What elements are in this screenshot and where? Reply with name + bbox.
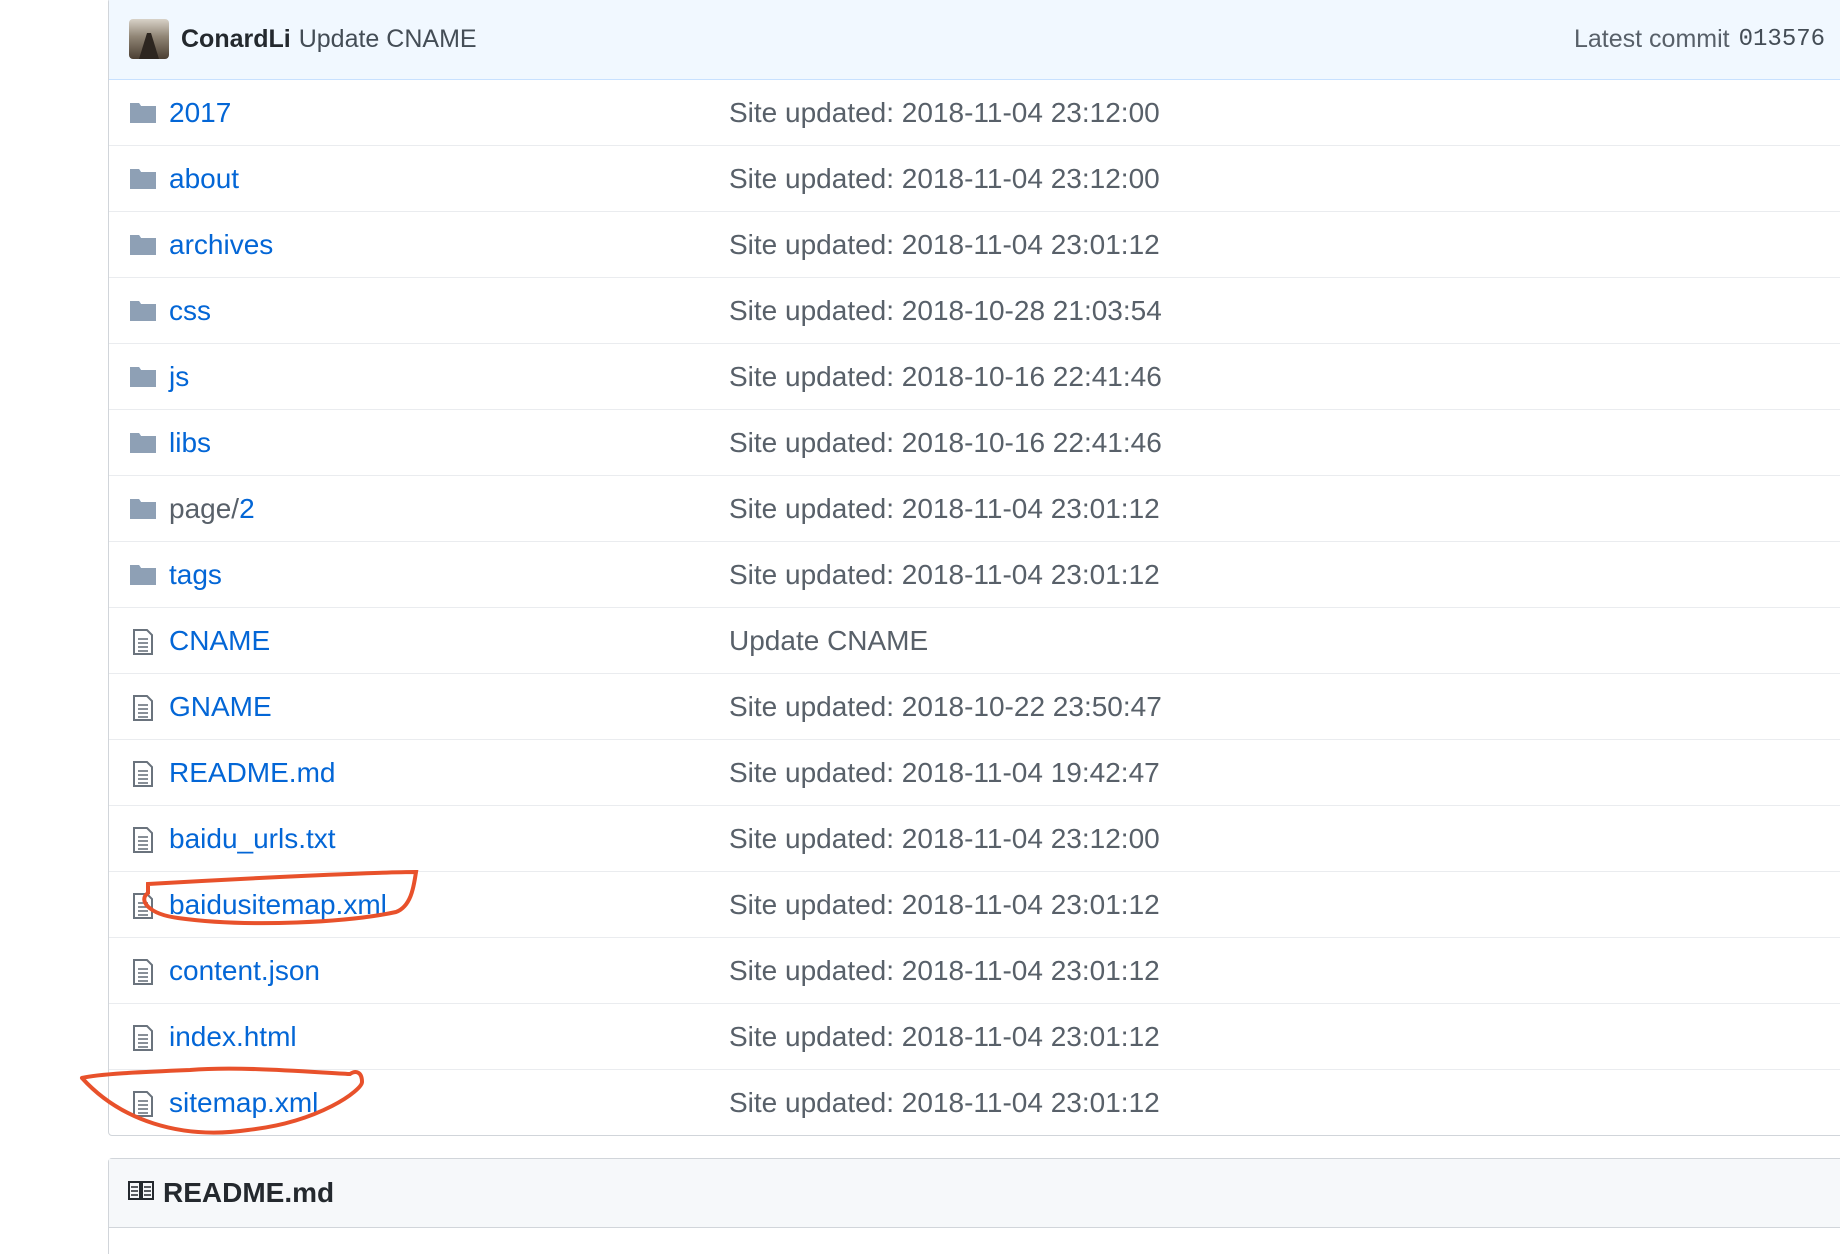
avatar[interactable] xyxy=(129,19,169,59)
file-name-text[interactable]: GNAME xyxy=(169,691,272,722)
file-name-link[interactable]: index.html xyxy=(169,1021,297,1053)
file-name-link[interactable]: js xyxy=(169,361,189,393)
commit-message-link[interactable]: Update CNAME xyxy=(729,625,928,657)
file-name-link[interactable]: README.md xyxy=(169,757,335,789)
folder-icon xyxy=(129,430,157,456)
commit-message-link[interactable]: Site updated: 2018-11-04 23:01:12 xyxy=(729,493,1160,525)
repo-file-browser: ConardLi Update CNAME Latest commit 0135… xyxy=(0,0,1840,1254)
file-name-link[interactable]: about xyxy=(169,163,239,195)
folder-icon xyxy=(129,100,157,126)
file-name-link[interactable]: baidu_urls.txt xyxy=(169,823,336,855)
file-row: content.json Site updated: 2018-11-04 23:… xyxy=(109,938,1840,1004)
file-row: libs Site updated: 2018-10-16 22:41:46 xyxy=(109,410,1840,476)
file-row: css Site updated: 2018-10-28 21:03:54 xyxy=(109,278,1840,344)
commit-sha-link[interactable]: 013576 xyxy=(1739,26,1825,53)
file-name-text[interactable]: sitemap.xml xyxy=(169,1087,318,1118)
file-name-text[interactable]: js xyxy=(169,361,189,392)
file-row: page/2 Site updated: 2018-11-04 23:01:12 xyxy=(109,476,1840,542)
file-name-prefix[interactable]: page/ xyxy=(169,493,239,524)
readme-box: README.md xyxy=(108,1158,1840,1254)
file-row: README.md Site updated: 2018-11-04 19:42:… xyxy=(109,740,1840,806)
file-name-text[interactable]: archives xyxy=(169,229,273,260)
folder-icon xyxy=(129,166,157,192)
file-text-icon xyxy=(129,628,157,655)
file-row: index.html Site updated: 2018-11-04 23:01… xyxy=(109,1004,1840,1070)
file-name-link[interactable]: page/2 xyxy=(169,493,255,525)
file-name-text[interactable]: README.md xyxy=(169,757,335,788)
folder-icon xyxy=(129,364,157,390)
file-row: archives Site updated: 2018-11-04 23:01:1… xyxy=(109,212,1840,278)
folder-icon xyxy=(129,496,157,522)
file-row: GNAME Site updated: 2018-10-22 23:50:47 xyxy=(109,674,1840,740)
file-name-link[interactable]: tags xyxy=(169,559,222,591)
commit-message-link[interactable]: Site updated: 2018-10-16 22:41:46 xyxy=(729,427,1162,459)
file-text-icon xyxy=(129,694,157,721)
file-name-text[interactable]: baidu_urls.txt xyxy=(169,823,336,854)
file-row: tags Site updated: 2018-11-04 23:01:12 xyxy=(109,542,1840,608)
file-name-text[interactable]: content.json xyxy=(169,955,320,986)
readme-title: README.md xyxy=(163,1177,335,1208)
commit-message-link[interactable]: Site updated: 2018-10-22 23:50:47 xyxy=(729,691,1162,723)
latest-commit-info: Latest commit 013576 xyxy=(1574,0,1825,79)
file-name-link[interactable]: baidusitemap.xml xyxy=(169,889,387,921)
folder-icon xyxy=(129,562,157,588)
file-text-icon xyxy=(129,760,157,787)
file-name-link[interactable]: CNAME xyxy=(169,625,270,657)
commit-message-link[interactable]: Site updated: 2018-11-04 23:01:12 xyxy=(729,1087,1160,1119)
file-name-link[interactable]: content.json xyxy=(169,955,320,987)
file-name-text[interactable]: tags xyxy=(169,559,222,590)
file-text-icon xyxy=(129,1090,157,1117)
folder-icon xyxy=(129,298,157,324)
file-text-icon xyxy=(129,958,157,985)
file-name-text[interactable]: libs xyxy=(169,427,211,458)
file-text-icon xyxy=(129,1024,157,1051)
folder-icon xyxy=(129,232,157,258)
file-name-text[interactable]: baidusitemap.xml xyxy=(169,889,387,920)
file-row: baidu_urls.txt Site updated: 2018-11-04 2… xyxy=(109,806,1840,872)
commit-message-link[interactable]: Site updated: 2018-11-04 23:12:00 xyxy=(729,97,1160,129)
commit-message-link[interactable]: Site updated: 2018-11-04 23:01:12 xyxy=(729,559,1160,591)
file-row: about Site updated: 2018-11-04 23:12:00 xyxy=(109,146,1840,212)
commit-message-link[interactable]: Site updated: 2018-11-04 23:01:12 xyxy=(729,955,1160,987)
book-icon xyxy=(127,1179,155,1208)
file-text-icon xyxy=(129,826,157,853)
file-name-text[interactable]: css xyxy=(169,295,211,326)
commit-message-link[interactable]: Site updated: 2018-11-04 23:12:00 xyxy=(729,163,1160,195)
commit-message-link[interactable]: Site updated: 2018-11-04 19:42:47 xyxy=(729,757,1160,789)
commit-message-link[interactable]: Site updated: 2018-11-04 23:01:12 xyxy=(729,889,1160,921)
readme-header: README.md xyxy=(109,1159,1840,1228)
file-name-link[interactable]: GNAME xyxy=(169,691,272,723)
file-name-text[interactable]: about xyxy=(169,163,239,194)
file-name-link[interactable]: sitemap.xml xyxy=(169,1087,318,1119)
file-row: js Site updated: 2018-10-16 22:41:46 xyxy=(109,344,1840,410)
file-name-link[interactable]: 2017 xyxy=(169,97,231,129)
file-rows: 2017 Site updated: 2018-11-04 23:12:00 abo… xyxy=(109,80,1840,1135)
latest-commit-label: Latest commit xyxy=(1574,24,1730,53)
file-text-icon xyxy=(129,892,157,919)
commit-message-link[interactable]: Update CNAME xyxy=(299,25,477,54)
file-name-link[interactable]: css xyxy=(169,295,211,327)
commit-message-link[interactable]: Site updated: 2018-11-04 23:01:12 xyxy=(729,1021,1160,1053)
file-row: baidusitemap.xml Site updated: 2018-11-04… xyxy=(109,872,1840,938)
commit-author-link[interactable]: ConardLi xyxy=(181,25,291,54)
file-name-link[interactable]: libs xyxy=(169,427,211,459)
commit-message-link[interactable]: Site updated: 2018-10-28 21:03:54 xyxy=(729,295,1162,327)
commit-message-link[interactable]: Site updated: 2018-10-16 22:41:46 xyxy=(729,361,1162,393)
file-name-text[interactable]: 2 xyxy=(239,493,255,524)
file-name-text[interactable]: index.html xyxy=(169,1021,297,1052)
latest-commit-bar: ConardLi Update CNAME Latest commit 0135… xyxy=(109,0,1840,80)
file-row: CNAME Update CNAME xyxy=(109,608,1840,674)
commit-message-link[interactable]: Site updated: 2018-11-04 23:01:12 xyxy=(729,229,1160,261)
file-row: 2017 Site updated: 2018-11-04 23:12:00 xyxy=(109,80,1840,146)
file-name-text[interactable]: 2017 xyxy=(169,97,231,128)
file-list-box: ConardLi Update CNAME Latest commit 0135… xyxy=(108,0,1840,1136)
file-name-text[interactable]: CNAME xyxy=(169,625,270,656)
commit-message-link[interactable]: Site updated: 2018-11-04 23:12:00 xyxy=(729,823,1160,855)
file-row: sitemap.xml Site updated: 2018-11-04 23:0… xyxy=(109,1070,1840,1135)
file-name-link[interactable]: archives xyxy=(169,229,273,261)
